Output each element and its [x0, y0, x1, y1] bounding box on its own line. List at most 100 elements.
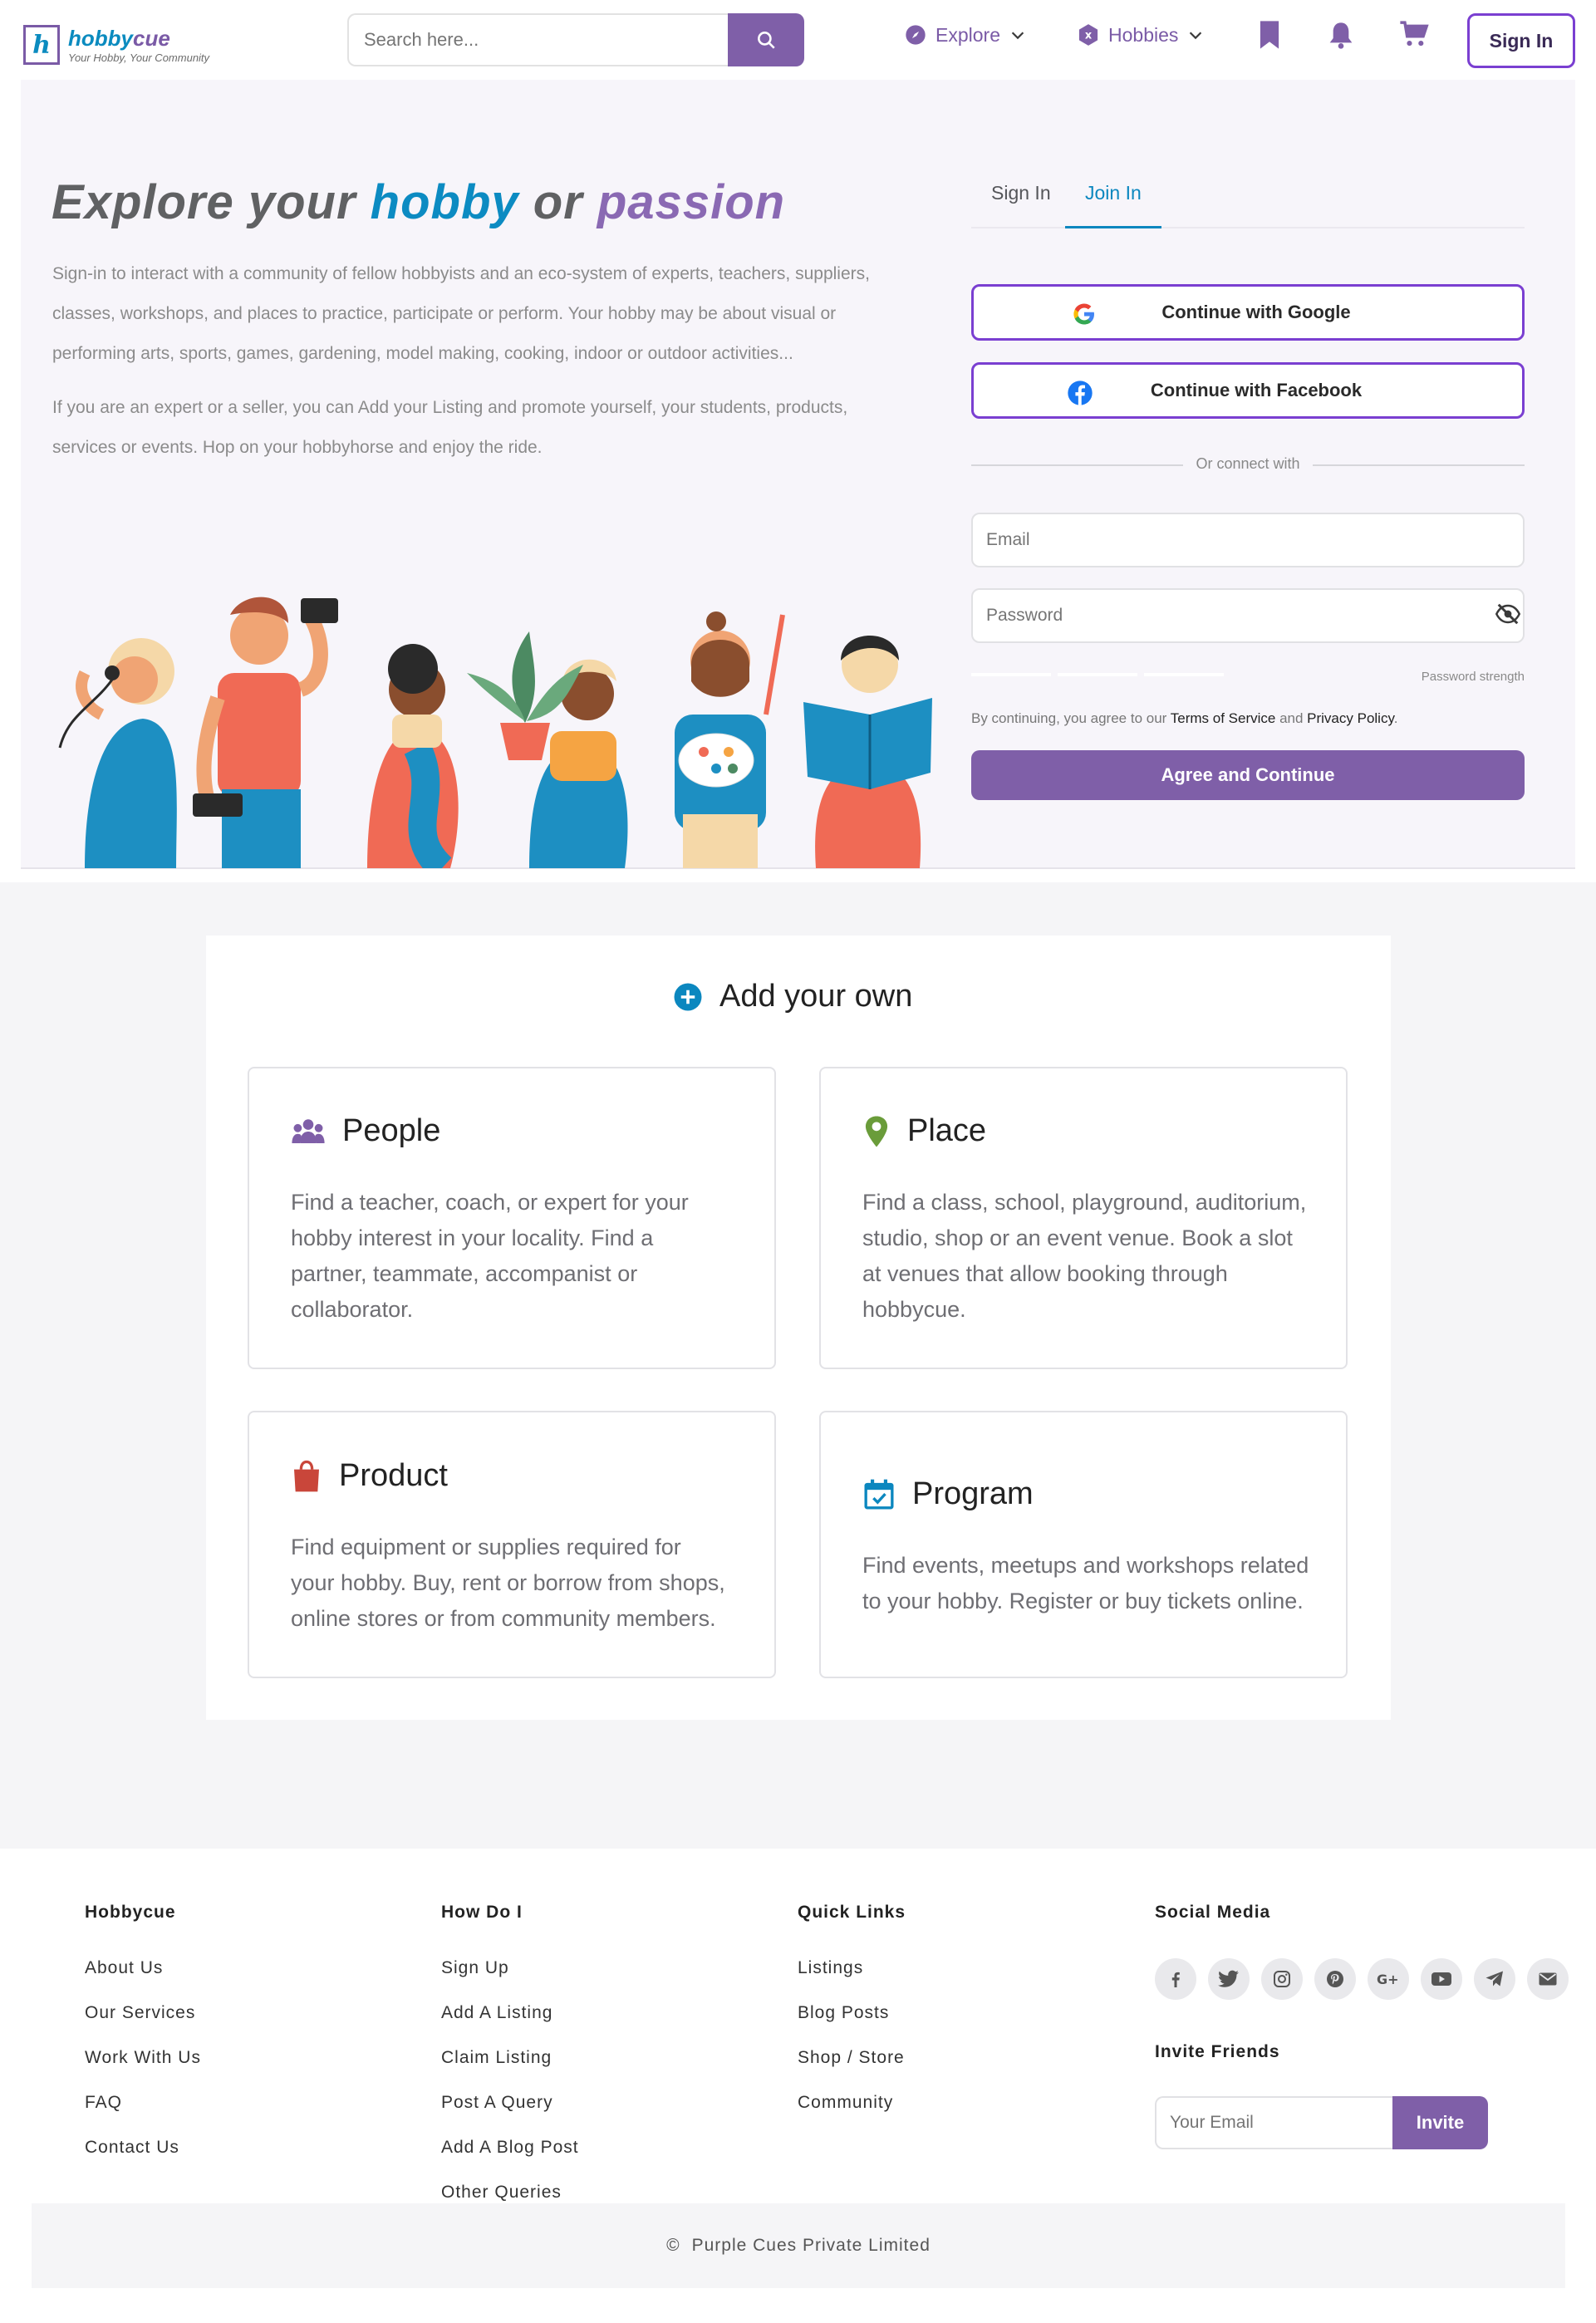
card-text-line: studio, shop or an event venue. Book a s… [862, 1225, 1293, 1250]
place-card-body: Find a class, school, playground, audito… [862, 1185, 1311, 1328]
footer-link-claim-listing[interactable]: Claim Listing [441, 2048, 552, 2068]
hero-text-line: classes, workshops, and places to practi… [52, 304, 837, 323]
card-text-line: Find a class, school, playground, audito… [862, 1190, 1307, 1215]
password-field[interactable] [971, 588, 1525, 643]
singer-figure [58, 638, 177, 868]
search-bar [347, 13, 804, 66]
card-text-line: to your hobby. Register or buy tickets o… [862, 1589, 1304, 1613]
divider-line-right [1313, 464, 1525, 466]
program-card-body: Find events, meetups and workshops relat… [862, 1548, 1311, 1619]
svg-text:G+: G+ [1377, 1972, 1399, 1987]
mail-icon[interactable] [1527, 1958, 1569, 2000]
footer-link-work-with-us[interactable]: Work With Us [85, 2048, 201, 2068]
footer-link-blog-posts[interactable]: Blog Posts [798, 2003, 889, 2023]
facebook-signin-button[interactable]: Continue with Facebook [971, 362, 1525, 419]
card-text-line: Find events, meetups and workshops relat… [862, 1553, 1309, 1578]
footer-social-media-title: Social Media [1155, 1903, 1271, 1922]
telegram-icon[interactable] [1474, 1958, 1515, 2000]
card-text-line: hobby interest in your locality. Find a [291, 1225, 654, 1250]
password-strength-label: Password strength [1421, 670, 1525, 684]
brand-logo[interactable]: h hobbycue Your Hobby, Your Community [23, 25, 209, 65]
top-navbar: h hobbycue Your Hobby, Your Community Ex… [0, 0, 1596, 80]
knitter-figure [367, 644, 459, 868]
invite-button[interactable]: Invite [1392, 2096, 1488, 2149]
google-signin-button[interactable]: Continue with Google [971, 284, 1525, 341]
signin-button[interactable]: Sign In [1467, 13, 1575, 68]
hero-title-passion: passion [597, 175, 786, 229]
reader-figure [803, 636, 932, 868]
place-card-heading: Place [862, 1113, 986, 1149]
footer-link-sign-up[interactable]: Sign Up [441, 1958, 509, 1978]
copyright-bar: © Purple Cues Private Limited [32, 2203, 1565, 2288]
hero-text-line: If you are an expert or a seller, you ca… [52, 398, 848, 417]
program-card-heading: Program [862, 1476, 1034, 1512]
eye-slash-icon[interactable] [1495, 603, 1520, 625]
hero-title-part1: Explore your [52, 175, 371, 229]
logo-name: hobbycue [68, 27, 209, 50]
invite-email-input[interactable] [1155, 2096, 1392, 2149]
footer-link-add-listing[interactable]: Add A Listing [441, 2003, 552, 2023]
logo-tagline: Your Hobby, Your Community [68, 51, 210, 64]
logo-mark: h [23, 25, 60, 65]
cart-icon[interactable] [1399, 20, 1429, 48]
painter-figure [675, 611, 785, 868]
logo-letter: h [32, 30, 51, 60]
nav-explore[interactable]: Explore [904, 23, 1027, 47]
twitter-icon[interactable] [1208, 1958, 1250, 2000]
footer-link-faq[interactable]: FAQ [85, 2093, 122, 2113]
google-button-label: Continue with Google [1161, 302, 1351, 322]
pinterest-icon[interactable] [1314, 1958, 1356, 2000]
agree-continue-button[interactable]: Agree and Continue [971, 750, 1525, 800]
nav-explore-label: Explore [936, 23, 1000, 46]
logo-name-part2: cue [133, 25, 170, 51]
strength-bar [1058, 673, 1137, 676]
terms-of-service-link[interactable]: Terms of Service [1171, 710, 1276, 726]
privacy-policy-link[interactable]: Privacy Policy [1307, 710, 1394, 726]
logo-name-part1: hobby [68, 25, 133, 51]
shopping-bag-icon [294, 1460, 319, 1491]
youtube-icon[interactable] [1421, 1958, 1462, 2000]
footer-link-contact-us[interactable]: Contact Us [85, 2138, 179, 2158]
search-input[interactable] [347, 13, 728, 66]
footer-link-community[interactable]: Community [798, 2093, 893, 2113]
instagram-icon[interactable] [1261, 1958, 1303, 2000]
people-icon [292, 1118, 325, 1143]
footer-link-about-us[interactable]: About Us [85, 1958, 163, 1978]
email-field[interactable] [971, 513, 1525, 567]
terms-text: By continuing, you agree to our Terms of… [971, 710, 1397, 727]
card-text-line: partner, teammate, accompanist or [291, 1261, 638, 1286]
hero-title-hobby: hobby [370, 175, 519, 229]
google-plus-icon[interactable]: G+ [1368, 1958, 1409, 2000]
facebook-button-label: Continue with Facebook [1150, 380, 1363, 400]
hero-title: Explore your hobby or passion [52, 174, 785, 230]
add-your-own-title: Add your own [719, 979, 913, 1014]
gardener-figure [467, 631, 628, 868]
footer-link-other-queries[interactable]: Other Queries [441, 2183, 562, 2203]
footer-link-shop-store[interactable]: Shop / Store [798, 2048, 905, 2068]
hobbies-icon: x [1078, 24, 1098, 46]
nav-hobbies[interactable]: x Hobbies [1077, 23, 1205, 47]
footer-invite-friends-title: Invite Friends [1155, 2042, 1280, 2061]
people-card-title: People [342, 1113, 441, 1148]
footer-link-add-blog-post[interactable]: Add A Blog Post [441, 2138, 579, 2158]
or-connect-divider: Or connect with [971, 455, 1525, 475]
footer-link-listings[interactable]: Listings [798, 1958, 863, 1978]
hero-title-part3: or [518, 175, 597, 229]
hobbyists-illustration [58, 597, 932, 868]
bookmark-icon[interactable] [1258, 20, 1281, 50]
tab-signin[interactable]: Sign In [971, 177, 1071, 228]
program-card-title: Program [912, 1476, 1034, 1511]
footer-link-our-services[interactable]: Our Services [85, 2003, 195, 2023]
bell-icon[interactable] [1328, 20, 1354, 50]
facebook-icon[interactable] [1155, 1958, 1196, 2000]
copyright-text: Purple Cues Private Limited [691, 2236, 931, 2255]
search-button[interactable] [728, 13, 804, 66]
program-card[interactable] [819, 1411, 1348, 1678]
weightlifter-figure [193, 597, 338, 868]
nav-hobbies-label: Hobbies [1108, 23, 1179, 46]
card-text-line: collaborator. [291, 1297, 414, 1322]
footer-link-post-query[interactable]: Post A Query [441, 2093, 553, 2113]
footer-hobbycue-title: Hobbycue [85, 1903, 176, 1922]
chevron-down-icon [1190, 32, 1202, 40]
tab-join[interactable]: Join In [1065, 177, 1161, 228]
